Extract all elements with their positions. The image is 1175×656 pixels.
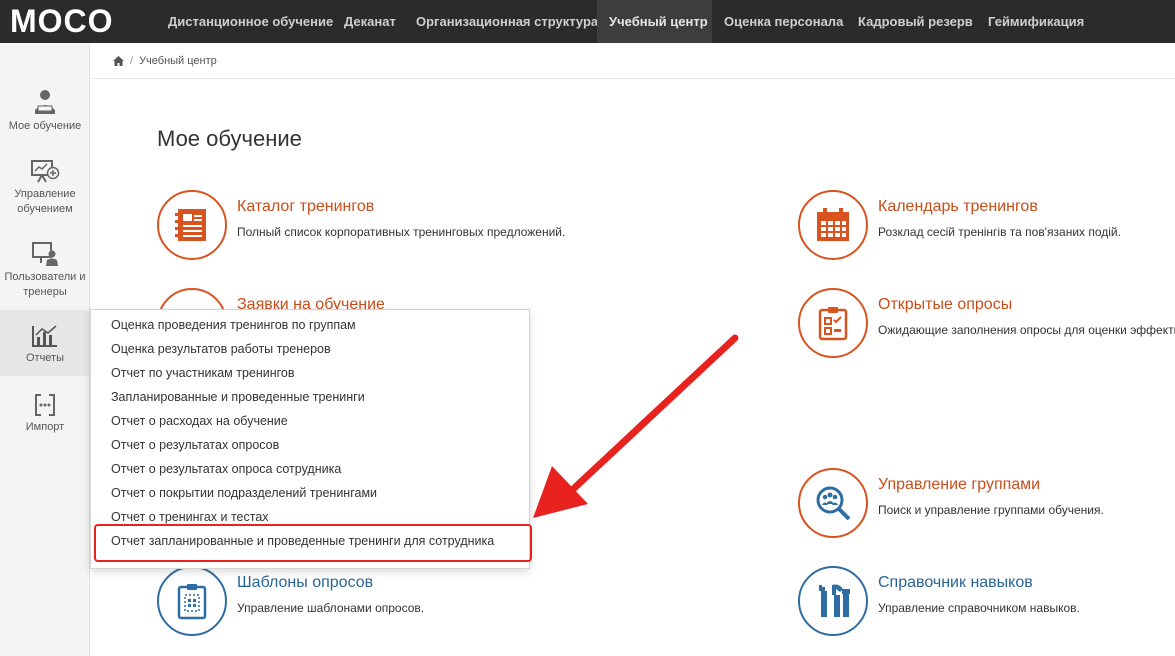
menu-item-training-expenses[interactable]: Отчет о расходах на обучение	[111, 414, 288, 428]
tile-description: Ожидающие заполнения опросы для оценки э…	[878, 323, 1175, 337]
tile-group-management[interactable]: Управление группами Поиск и управление г…	[798, 468, 1175, 540]
tools-icon	[819, 583, 850, 617]
menu-item-survey-results[interactable]: Отчет о результатах опросов	[111, 438, 279, 452]
sidebar-item-label: Импорт	[25, 421, 65, 433]
logo-text: MOCO	[10, 5, 114, 37]
tile-title[interactable]: Открытые опросы	[878, 296, 1012, 314]
presentation-add-icon	[31, 160, 60, 183]
top-navbar: MOCO Дистанционное обучение Деканат Орга…	[0, 0, 1175, 43]
tile-title[interactable]: Управление группами	[878, 476, 1040, 494]
topnav-org-structure[interactable]: Организационная структура	[404, 0, 610, 43]
survey-icon	[818, 307, 848, 341]
tile-icon-circle	[157, 566, 227, 636]
student-icon	[35, 90, 55, 114]
tile-survey-templates[interactable]: Шаблоны опросов Управление шаблонами опр…	[157, 566, 717, 638]
catalog-icon	[175, 209, 206, 241]
tile-description: Управление справочником навыков.	[878, 601, 1080, 615]
breadcrumb-separator: /	[130, 54, 134, 67]
tile-title[interactable]: Шаблоны опросов	[237, 574, 373, 592]
menu-item-participants-report[interactable]: Отчет по участникам тренингов	[111, 366, 295, 380]
tile-training-calendar[interactable]: Календарь тренингов Розклад сесій тренін…	[798, 190, 1175, 262]
menu-item-trainer-evaluation[interactable]: Оценка результатов работы тренеров	[111, 342, 331, 356]
tile-description: Розклад сесій тренінгів та пов'язаних по…	[878, 225, 1121, 239]
menu-item-group-training-evaluation[interactable]: Оценка проведения тренингов по группам	[111, 318, 356, 332]
menu-item-department-coverage[interactable]: Отчет о покрытии подразделений тренингам…	[111, 486, 377, 500]
menu-item-employee-planned-conducted[interactable]: Отчет запланированные и проведенные трен…	[111, 534, 494, 548]
breadcrumb-current: Учебный центр	[139, 54, 217, 67]
tile-description: Полный список корпоративных тренинговых …	[237, 225, 566, 239]
sidebar-item-label: Пользователи и тренеры	[4, 271, 86, 298]
topnav-dean-office[interactable]: Деканат	[332, 0, 408, 43]
tile-icon-circle	[798, 566, 868, 636]
sidebar-item-learning-management[interactable]: Управление обучением	[0, 158, 90, 217]
left-sidebar: Мое обучение Управление обучением Пользо…	[0, 43, 90, 656]
topnav-talent-pool[interactable]: Кадровый резерв	[846, 0, 985, 43]
tile-training-catalog[interactable]: Каталог тренингов Полный список корпорат…	[157, 190, 717, 262]
topnav-distance-learning[interactable]: Дистанционное обучение	[156, 0, 345, 43]
tile-icon-circle	[798, 468, 868, 538]
sidebar-item-users-trainers[interactable]: Пользователи и тренеры	[0, 241, 90, 300]
moco-logo[interactable]: MOCO	[10, 5, 140, 37]
menu-item-employee-survey-results[interactable]: Отчет о результатах опроса сотрудника	[111, 462, 341, 476]
import-icon	[35, 394, 55, 416]
trainer-board-icon	[32, 242, 58, 266]
tile-title[interactable]: Каталог тренингов	[237, 198, 374, 216]
tile-title[interactable]: Календарь тренингов	[878, 198, 1038, 216]
tile-description: Управление шаблонами опросов.	[237, 601, 425, 615]
breadcrumb: / Учебный центр	[91, 43, 1175, 79]
tile-training-requests[interactable]: Заявки на обучение	[157, 288, 457, 358]
tile-description: Поиск и управление группами обучения.	[878, 503, 1104, 517]
sidebar-item-label: Мое обучение	[8, 120, 82, 132]
tile-title[interactable]: Справочник навыков	[878, 574, 1033, 592]
topnav-gamification[interactable]: Геймификация	[976, 0, 1096, 43]
calendar-icon	[817, 208, 849, 241]
sidebar-item-my-learning[interactable]: Мое обучение	[0, 88, 90, 134]
sidebar-item-reports[interactable]: Отчеты	[0, 310, 90, 376]
home-icon[interactable]	[113, 55, 124, 66]
tile-icon-circle	[798, 288, 868, 358]
tile-skills-directory[interactable]: Справочник навыков Управление справочник…	[798, 566, 1175, 638]
sidebar-item-label: Управление обучением	[14, 188, 76, 215]
sidebar-item-label: Отчеты	[25, 352, 65, 364]
topnav-training-center[interactable]: Учебный центр	[597, 0, 712, 43]
sidebar-item-import[interactable]: Импорт	[0, 393, 90, 435]
tile-open-surveys[interactable]: Открытые опросы Ожидающие заполнения опр…	[798, 288, 1175, 360]
survey-template-icon	[177, 584, 207, 620]
menu-item-trainings-tests[interactable]: Отчет о тренингах и тестах	[111, 510, 269, 524]
tile-icon-circle	[798, 190, 868, 260]
tile-icon-circle	[157, 190, 227, 260]
page-title: Мое обучение	[157, 126, 302, 151]
group-search-icon	[816, 486, 851, 521]
menu-item-planned-conducted[interactable]: Запланированные и проведенные тренинги	[111, 390, 365, 404]
topnav-personnel-assessment[interactable]: Оценка персонала	[712, 0, 855, 43]
reports-dropdown-menu: Оценка проведения тренингов по группам О…	[90, 309, 530, 569]
chart-icon	[32, 325, 57, 347]
